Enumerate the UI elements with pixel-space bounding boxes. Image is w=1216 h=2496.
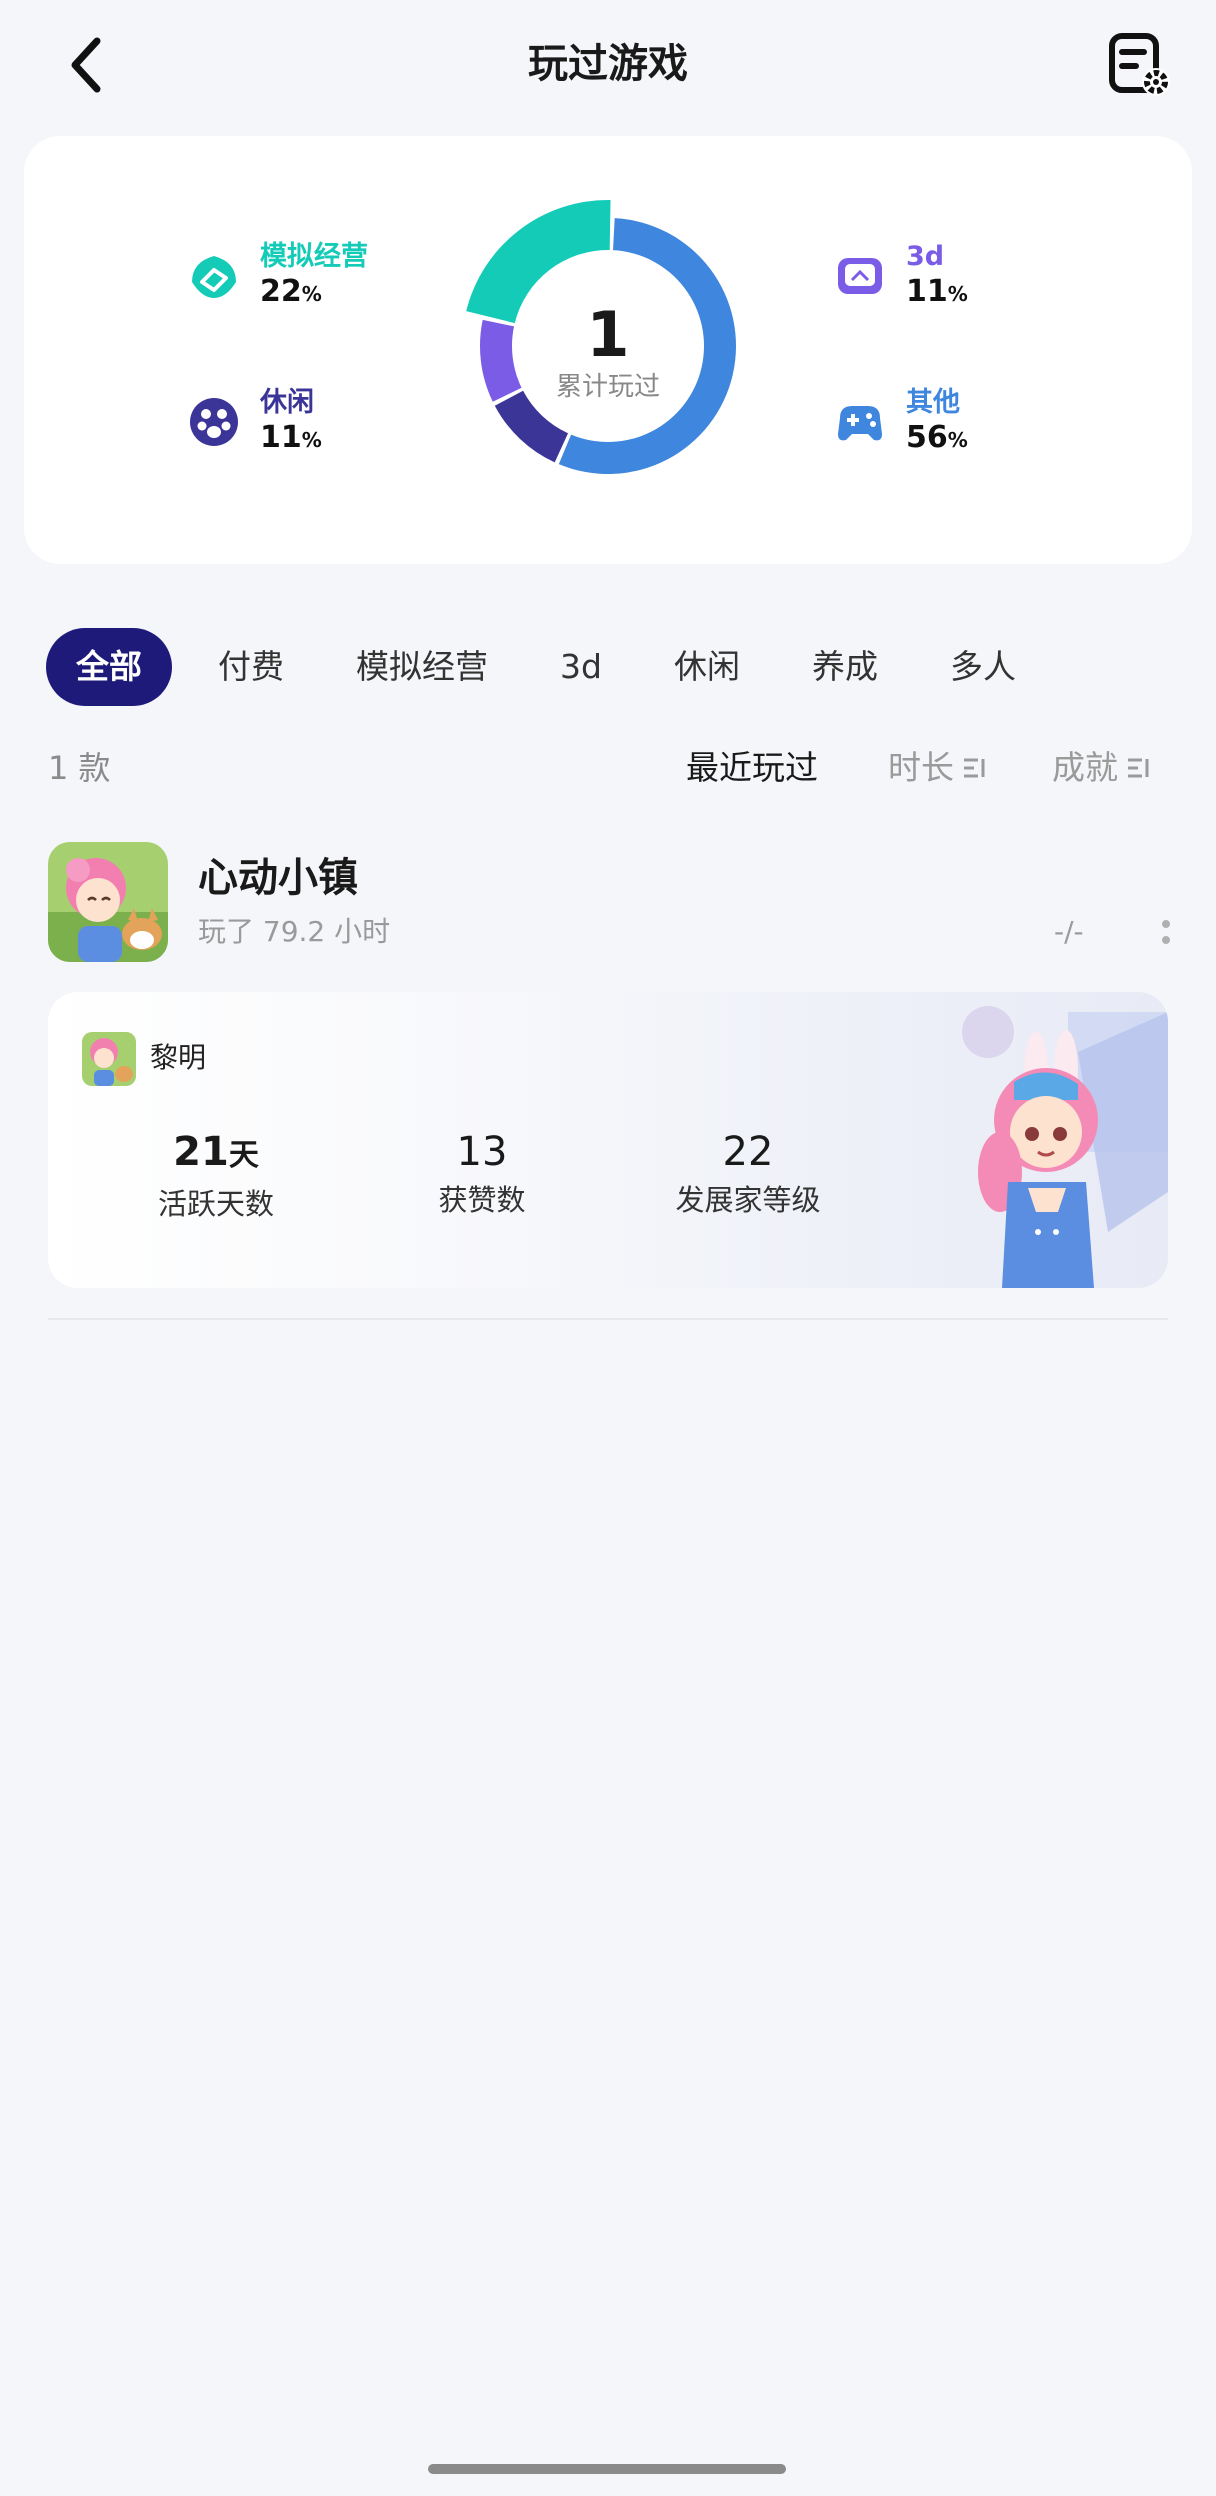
stat-label: 获赞数 <box>438 1183 526 1217</box>
list-divider <box>48 1318 1168 1320</box>
vertical-dots-icon <box>1162 920 1170 944</box>
sort-recent[interactable]: 最近玩过 <box>686 748 818 788</box>
tab-simulation[interactable]: 模拟经营 <box>328 628 516 706</box>
character-illustration <box>962 1006 1168 1288</box>
donut-slice-3d <box>480 319 522 402</box>
stat-value: 13 <box>456 1129 508 1175</box>
role-avatar-image <box>82 1032 136 1086</box>
stat-value: 22 <box>722 1129 774 1175</box>
tab-all[interactable]: 全部 <box>46 628 172 706</box>
tab-multiplayer[interactable]: 多人 <box>922 628 1044 706</box>
cube-screen-icon <box>838 258 882 294</box>
legend-percent: 11% <box>906 274 968 309</box>
legend-simulation: 模拟经营 22% <box>186 240 368 312</box>
donut-center: 1 累计玩过 <box>520 300 696 404</box>
leaf-icon <box>192 256 236 298</box>
home-indicator[interactable] <box>428 2464 786 2474</box>
tab-raising[interactable]: 养成 <box>784 628 906 706</box>
game-title[interactable]: 心动小镇 <box>198 852 358 904</box>
legend-casual: 休闲 11% <box>186 386 322 458</box>
sort-icon <box>1128 758 1149 778</box>
tab-paid[interactable]: 付费 <box>190 628 312 706</box>
legend-label: 其他 <box>906 387 960 418</box>
list-settings-button[interactable] <box>1104 30 1184 102</box>
role-avatar <box>82 1032 136 1086</box>
game-score: -/- <box>1054 915 1084 948</box>
stat-label: 发展家等级 <box>675 1183 821 1217</box>
legend-percent: 11% <box>260 420 322 455</box>
more-options-button[interactable] <box>1152 912 1180 952</box>
total-played-label: 累计玩过 <box>555 372 660 402</box>
page-title: 玩过游戏 <box>528 41 688 87</box>
game-count: 1 款 <box>48 749 111 787</box>
legend-label: 休闲 <box>260 387 314 418</box>
sort-duration[interactable]: 时长 <box>888 748 986 788</box>
stat-value: 21天 <box>173 1129 259 1175</box>
tab-casual[interactable]: 休闲 <box>646 628 768 706</box>
tab-3d[interactable]: 3d <box>532 628 630 706</box>
sort-achievement[interactable]: 成就 <box>1052 748 1150 788</box>
role-name: 黎明 <box>150 1041 207 1074</box>
stat-active-days: 21天 活跃天数 <box>96 1128 336 1224</box>
category-tabs: 全部 付费 模拟经营 3d 休闲 养成 多人 <box>46 628 1060 706</box>
stat-likes: 13 获赞数 <box>362 1128 602 1220</box>
legend-percent: 22% <box>260 274 322 309</box>
legend-label: 模拟经营 <box>260 241 368 272</box>
sort-achievement-label: 成就 <box>1052 748 1118 787</box>
total-played-count: 1 <box>586 298 630 371</box>
sort-recent-label: 最近玩过 <box>686 748 818 787</box>
paw-icon <box>190 398 238 446</box>
legend-3d: 3d 11% <box>832 240 968 312</box>
legend-percent: 56% <box>906 420 968 455</box>
legend-other: 其他 56% <box>832 386 968 458</box>
game-playtime: 玩了 79.2 小时 <box>198 915 391 948</box>
legend-label: 3d <box>906 241 945 272</box>
sort-duration-label: 时长 <box>888 748 954 787</box>
document-gear-icon <box>1109 33 1170 96</box>
stat-developer-level: 22 发展家等级 <box>628 1128 868 1220</box>
gamepad-icon <box>838 406 882 441</box>
stat-label: 活跃天数 <box>157 1187 274 1221</box>
game-icon[interactable] <box>48 842 168 962</box>
sort-icon <box>964 758 985 778</box>
game-cover-image <box>48 842 168 962</box>
achievement-card[interactable]: 黎明 21天 活跃天数 13 获赞数 22 发展家等级 <box>48 992 1168 1288</box>
